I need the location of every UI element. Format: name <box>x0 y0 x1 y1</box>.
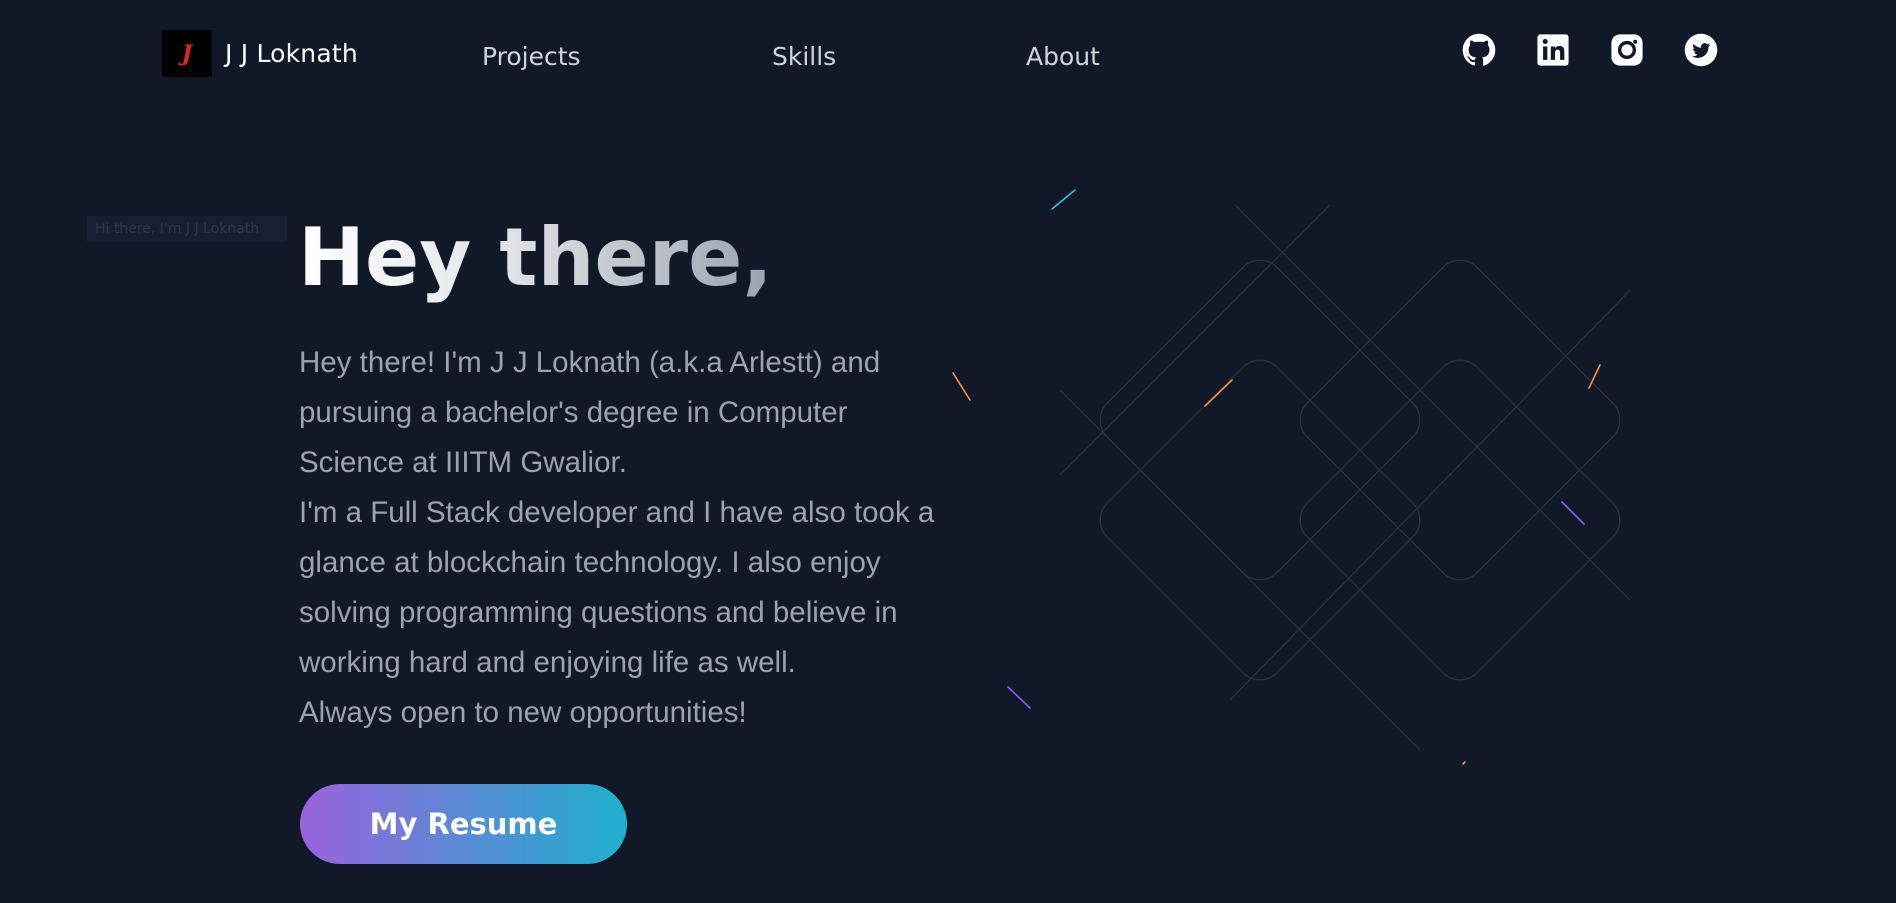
logo: J <box>162 30 212 77</box>
pattern-line <box>1229 289 1630 701</box>
bio-line: Science at IIITM Gwalior. <box>299 446 627 479</box>
logo-glyph: J <box>181 40 193 67</box>
bio-line: glance at blockchain technology. I also … <box>299 546 881 579</box>
shooting-star <box>1561 501 1585 525</box>
pattern-diamond <box>1099 359 1421 681</box>
shooting-star <box>1204 379 1233 407</box>
nav-link-about[interactable]: About <box>1026 42 1100 71</box>
shooting-star <box>952 372 971 401</box>
resume-button[interactable]: My Resume <box>300 784 627 864</box>
instagram-link[interactable] <box>1609 32 1645 68</box>
shooting-star <box>1007 686 1031 709</box>
bio-line: I'm a Full Stack developer and I have al… <box>299 496 935 529</box>
background-pattern <box>952 189 1630 765</box>
site-header: J J J Loknath Projects Skills About <box>0 0 1896 115</box>
pattern-diamond <box>1099 259 1421 581</box>
pattern-line <box>1234 204 1630 601</box>
bio-line: pursuing a bachelor's degree in Computer <box>299 396 848 429</box>
bio-line: Hey there! I'm J J Loknath (a.k.a Arlest… <box>299 346 881 379</box>
brand-link[interactable]: J J J Loknath <box>162 30 358 77</box>
bio-line: working hard and enjoying life as well. <box>299 646 796 679</box>
background-label: Hi there, I'm J J Loknath <box>87 216 287 242</box>
twitter-icon <box>1684 33 1718 67</box>
shooting-star <box>1462 761 1466 765</box>
hero-bio: Hey there! I'm J J Loknath (a.k.a Arlest… <box>299 338 959 738</box>
shooting-star <box>1051 189 1076 210</box>
pattern-diamond <box>1299 259 1621 581</box>
instagram-icon <box>1610 33 1644 67</box>
github-icon <box>1462 33 1496 67</box>
nav-link-projects[interactable]: Projects <box>482 42 581 71</box>
linkedin-link[interactable] <box>1535 32 1571 68</box>
bio-line: solving programming questions and believ… <box>299 596 898 629</box>
github-link[interactable] <box>1461 32 1497 68</box>
nav-link-skills[interactable]: Skills <box>772 42 836 71</box>
twitter-link[interactable] <box>1683 32 1719 68</box>
pattern-diamond <box>1299 359 1621 681</box>
bio-line: Always open to new opportunities! <box>299 696 747 729</box>
brand-name: J J Loknath <box>225 39 358 68</box>
hero-title: Hey there, <box>298 208 773 308</box>
linkedin-icon <box>1536 33 1570 67</box>
pattern-line <box>1059 204 1331 476</box>
